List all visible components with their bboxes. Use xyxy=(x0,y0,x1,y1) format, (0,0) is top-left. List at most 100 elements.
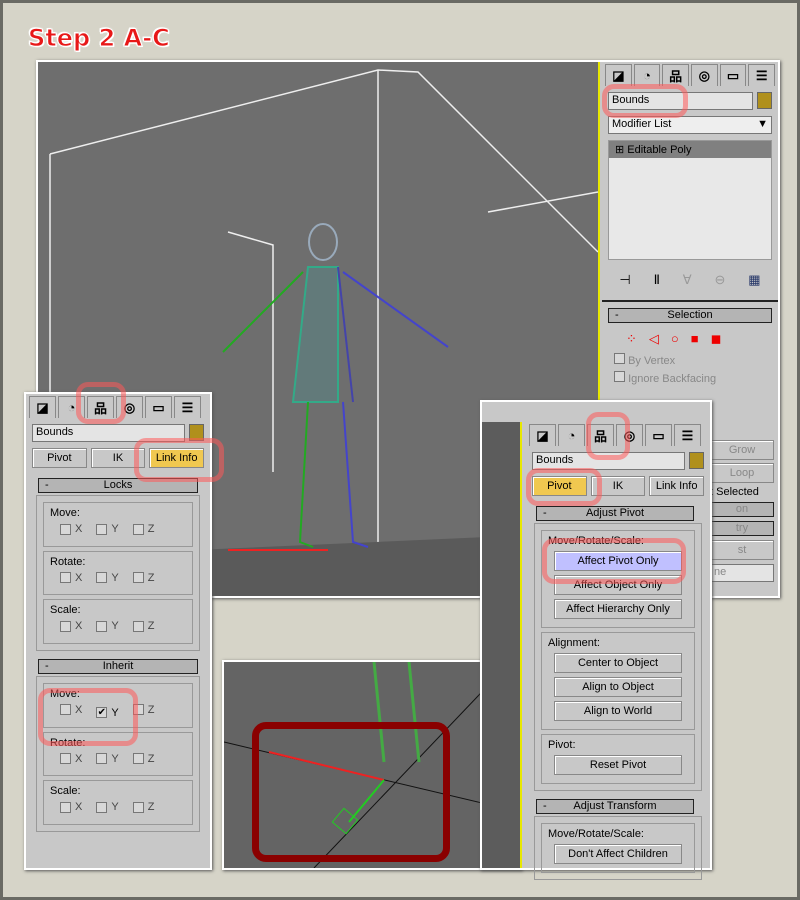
create-icon[interactable]: ◪ xyxy=(29,396,56,418)
remove-modifier-icon[interactable]: ⊖ xyxy=(715,272,726,288)
character-model xyxy=(222,223,449,548)
affect-object-only-button[interactable]: Affect Object Only xyxy=(554,575,682,595)
lock-move-z-checkbox[interactable] xyxy=(132,523,144,535)
modifier-list-label: Modifier List xyxy=(612,118,672,130)
ik-button[interactable]: IK xyxy=(590,476,646,496)
hierarchy-icon[interactable]: 品 xyxy=(587,424,614,446)
selection-rollout-header[interactable]: - Selection xyxy=(608,308,772,323)
utilities-icon[interactable]: ☰ xyxy=(748,64,776,86)
hierarchy-icon[interactable]: 品 xyxy=(662,64,690,86)
border-icon[interactable]: ○ xyxy=(671,331,679,347)
stack-item-editable-poly[interactable]: ⊞ Editable Poly xyxy=(609,141,771,158)
group-label: Alignment: xyxy=(548,637,600,649)
rollout-header-partial[interactable]: on xyxy=(710,502,774,517)
inherit-groups: Move: X ✔ Y Z Rotate: X Y Z Scale: X Y Z xyxy=(36,675,200,832)
utilities-icon[interactable]: ☰ xyxy=(174,396,201,418)
ignore-backfacing-checkbox[interactable] xyxy=(614,371,625,382)
motion-icon[interactable]: ◎ xyxy=(691,64,718,86)
motion-icon[interactable]: ◎ xyxy=(616,424,643,446)
expand-icon[interactable]: ⊞ xyxy=(615,144,624,156)
object-color-swatch[interactable] xyxy=(757,92,772,109)
group-label: Pivot: xyxy=(548,739,576,751)
dont-affect-children-button[interactable]: Don't Affect Children xyxy=(554,844,682,864)
lock-scale-z-checkbox[interactable] xyxy=(132,620,144,632)
edge-icon[interactable]: ◁ xyxy=(649,331,659,347)
partial-button[interactable]: st xyxy=(710,540,774,560)
command-panel: ◪ ◔ 品 ◎ ▭ ☰ Bounds Pivot IK Link Info -A… xyxy=(526,422,710,880)
locks-rollout-header[interactable]: - Locks xyxy=(38,478,198,493)
stack-item-label: Editable Poly xyxy=(627,144,692,156)
rollout-header-partial[interactable]: try xyxy=(710,521,774,536)
rollout-title: Selection xyxy=(667,309,713,321)
chevron-down-icon: ▼ xyxy=(757,118,768,130)
modify-icon[interactable]: ◔ xyxy=(558,424,585,446)
inherit-move-z-checkbox[interactable] xyxy=(132,704,144,715)
lock-move-x-checkbox[interactable] xyxy=(60,523,71,535)
create-icon[interactable]: ◪ xyxy=(605,64,632,86)
closeup-viewport[interactable] xyxy=(224,662,520,868)
object-name-field[interactable]: Bounds xyxy=(532,452,685,470)
align-to-object-button[interactable]: Align to Object xyxy=(554,677,682,697)
modifier-list-dropdown[interactable]: Modifier List ▼ xyxy=(608,116,772,134)
lock-rotate-z-checkbox[interactable] xyxy=(132,572,144,583)
affect-pivot-only-button[interactable]: Affect Pivot Only xyxy=(554,551,682,571)
element-icon[interactable]: ◼ xyxy=(711,331,722,347)
polygon-icon[interactable]: ■ xyxy=(691,331,699,347)
lock-move-y-checkbox[interactable] xyxy=(96,523,108,535)
hierarchy-icon[interactable]: 品 xyxy=(87,396,114,418)
show-end-result-icon[interactable]: Ⅱ xyxy=(654,272,660,288)
modify-icon[interactable]: ◔ xyxy=(633,64,661,86)
pin-stack-icon[interactable]: ⊣ xyxy=(619,272,630,288)
display-icon[interactable]: ▭ xyxy=(145,396,172,418)
by-vertex-checkbox[interactable] xyxy=(614,353,625,364)
object-name-field[interactable]: Bounds xyxy=(32,424,185,442)
partial-dropdown[interactable]: ne xyxy=(710,564,774,582)
align-to-world-button[interactable]: Align to World xyxy=(554,701,682,721)
center-to-object-button[interactable]: Center to Object xyxy=(554,653,682,673)
display-icon[interactable]: ▭ xyxy=(719,64,747,86)
inherit-scale-x-checkbox[interactable] xyxy=(60,801,71,813)
loop-button[interactable]: Loop xyxy=(710,463,774,483)
lock-scale-y-checkbox[interactable] xyxy=(96,620,108,632)
pivot-button[interactable]: Pivot xyxy=(32,448,87,468)
make-unique-icon[interactable]: ∀ xyxy=(683,272,692,288)
pivot-screenshot: ◪ ◔ 品 ◎ ▭ ☰ Bounds Pivot IK Link Info -A… xyxy=(480,400,712,880)
adjust-transform-rollout-header[interactable]: - Adjust Transform xyxy=(536,799,694,814)
inherit-move-y-checkbox[interactable]: ✔ xyxy=(96,707,108,718)
object-color-swatch[interactable] xyxy=(689,452,704,469)
inherit-rotate-y-checkbox[interactable] xyxy=(96,753,108,764)
modifier-stack: ⊞ Editable Poly xyxy=(608,140,772,260)
lock-rotate-x-checkbox[interactable] xyxy=(60,572,71,583)
reset-pivot-button[interactable]: Reset Pivot xyxy=(554,755,682,775)
utilities-icon[interactable]: ☰ xyxy=(674,424,701,446)
display-icon[interactable]: ▭ xyxy=(645,424,672,446)
stack-toolbar: ⊣ Ⅱ ∀ ⊖ ▦ xyxy=(602,266,778,294)
lock-scale-x-checkbox[interactable] xyxy=(60,620,71,632)
inherit-rollout-header[interactable]: - Inherit xyxy=(38,658,198,674)
inherit-move-x-checkbox[interactable] xyxy=(60,704,71,715)
lock-rotate-y-checkbox[interactable] xyxy=(96,572,108,583)
ik-button[interactable]: IK xyxy=(90,448,146,468)
affect-hierarchy-only-button[interactable]: Affect Hierarchy Only xyxy=(554,599,682,619)
adjust-pivot-rollout-header[interactable]: - Adjust Pivot xyxy=(536,506,694,521)
inherit-scale-y-checkbox[interactable] xyxy=(96,801,108,813)
group-label: Move: xyxy=(50,507,80,519)
pivot-gizmo-scene xyxy=(224,662,520,868)
modify-icon[interactable]: ◔ xyxy=(58,396,85,418)
pivot-button[interactable]: Pivot xyxy=(532,476,587,496)
link-info-button[interactable]: Link Info xyxy=(149,448,205,468)
grow-button[interactable]: Grow xyxy=(710,440,774,460)
inherit-scale-z-checkbox[interactable] xyxy=(132,801,144,813)
inherit-rotate-x-checkbox[interactable] xyxy=(60,753,71,764)
vertex-icon[interactable]: ⁘ xyxy=(626,331,637,347)
viewport-fragment xyxy=(482,422,522,868)
ignore-backfacing-label: Ignore Backfacing xyxy=(628,373,717,385)
rollout-title: Locks xyxy=(103,479,133,491)
create-icon[interactable]: ◪ xyxy=(529,424,556,446)
link-info-button[interactable]: Link Info xyxy=(649,476,705,496)
object-name-field[interactable]: Bounds xyxy=(608,92,753,110)
configure-sets-icon[interactable]: ▦ xyxy=(748,272,760,288)
object-color-swatch[interactable] xyxy=(189,424,204,441)
motion-icon[interactable]: ◎ xyxy=(116,396,143,418)
inherit-rotate-z-checkbox[interactable] xyxy=(132,753,144,764)
